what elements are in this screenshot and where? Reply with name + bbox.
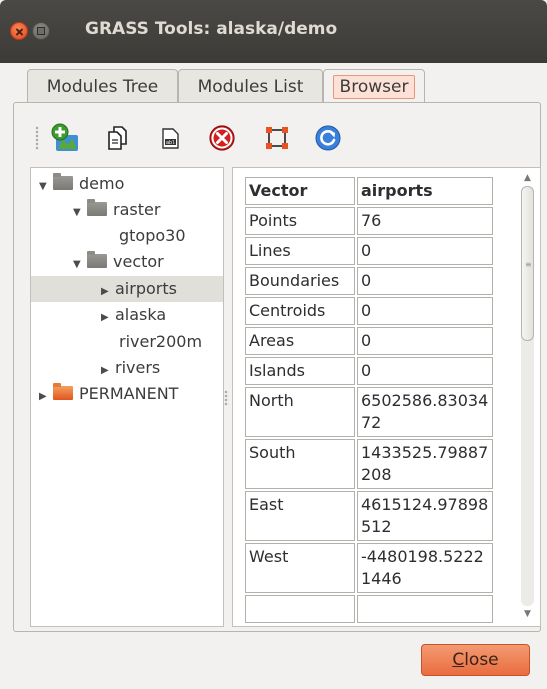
tree-item-permanent[interactable]: ▶ PERMANENT xyxy=(39,381,178,407)
rename-icon[interactable]: abl xyxy=(154,121,188,155)
tree-item-river200m[interactable]: river200m xyxy=(119,329,202,355)
table-cell-key: Areas xyxy=(245,327,355,355)
tree-item-raster[interactable]: ▼ raster xyxy=(73,197,160,223)
scroll-down-icon[interactable]: ▼ xyxy=(517,606,538,622)
tree-item-airports[interactable]: ▶ airports xyxy=(31,276,223,302)
mapset-folder-icon xyxy=(53,383,73,400)
table-cell-key: North xyxy=(245,387,355,437)
table-cell-value: 0 xyxy=(357,237,493,265)
scrollbar-grip-icon: ≡ xyxy=(525,260,532,269)
table-cell-key: Centroids xyxy=(245,297,355,325)
vector-info-table: Vector airports Points 76 Lines 0 Bounda… xyxy=(243,175,495,625)
tab-browser[interactable]: Browser xyxy=(323,69,425,104)
table-cell-value: 1433525.79887208 xyxy=(357,439,493,489)
folder-icon xyxy=(53,173,73,190)
table-row: North 6502586.8303472 xyxy=(245,387,493,437)
close-button-mnemonic: C xyxy=(452,650,465,670)
table-header-cell: Vector xyxy=(245,177,355,205)
table-row: West -4480198.52221446 xyxy=(245,543,493,593)
tree-item-demo[interactable]: ▼ demo xyxy=(39,171,124,197)
info-panel: Vector airports Points 76 Lines 0 Bounda… xyxy=(232,167,541,627)
table-cell-value: 4615124.97898512 xyxy=(357,491,493,541)
table-cell-value: 76 xyxy=(357,207,493,235)
expand-arrow-icon[interactable]: ▼ xyxy=(39,174,53,200)
table-row: Lines 0 xyxy=(245,237,493,265)
table-cell-key: South xyxy=(245,439,355,489)
table-row: Boundaries 0 xyxy=(245,267,493,295)
table-cell-key: East xyxy=(245,491,355,541)
set-region-icon[interactable] xyxy=(260,121,294,155)
tree-item-gtopo30[interactable]: gtopo30 xyxy=(119,223,186,249)
window-title: GRASS Tools: alaska/demo xyxy=(85,19,338,39)
close-button-label: lose xyxy=(464,650,499,670)
table-header-cell: airports xyxy=(357,177,493,205)
expand-arrow-icon[interactable]: ▼ xyxy=(73,252,87,278)
expand-arrow-icon[interactable]: ▼ xyxy=(73,200,87,226)
table-cell-key: Points xyxy=(245,207,355,235)
table-cell-value: 0 xyxy=(357,297,493,325)
table-row: Islands 0 xyxy=(245,357,493,385)
close-icon[interactable] xyxy=(10,22,28,40)
add-map-icon[interactable] xyxy=(48,121,82,155)
tab-modules-tree[interactable]: Modules Tree xyxy=(27,69,178,103)
table-row: Areas 0 xyxy=(245,327,493,355)
table-cell-key: Islands xyxy=(245,357,355,385)
location-tree[interactable]: ▼ demo ▼ raster gtopo30 ▼ vector ▶ airports … xyxy=(30,167,224,627)
collapsed-arrow-icon[interactable]: ▶ xyxy=(39,384,53,410)
table-cell-value: 6502586.8303472 xyxy=(357,387,493,437)
table-row: Centroids 0 xyxy=(245,297,493,325)
tab-modules-list[interactable]: Modules List xyxy=(178,69,323,103)
table-cell-key: Lines xyxy=(245,237,355,265)
copy-icon[interactable] xyxy=(102,121,136,155)
close-button[interactable]: Close xyxy=(421,644,530,676)
table-row: East 4615124.97898512 xyxy=(245,491,493,541)
table-cell-value: -4480198.52221446 xyxy=(357,543,493,593)
table-row xyxy=(245,595,493,623)
table-cell-value: 0 xyxy=(357,357,493,385)
table-header-row: Vector airports xyxy=(245,177,493,205)
tree-item-alaska[interactable]: ▶ alaska xyxy=(101,302,166,328)
table-cell-key: Boundaries xyxy=(245,267,355,295)
tab-browser-label: Browser xyxy=(332,75,416,99)
svg-text:abl: abl xyxy=(166,140,175,146)
splitter-handle[interactable] xyxy=(224,390,229,406)
delete-icon[interactable] xyxy=(205,121,239,155)
collapsed-arrow-icon[interactable]: ▶ xyxy=(101,305,115,331)
scroll-up-icon[interactable]: ▲ xyxy=(517,170,538,186)
title-bar: GRASS Tools: alaska/demo xyxy=(0,0,547,63)
table-cell-key: West xyxy=(245,543,355,593)
tree-item-rivers[interactable]: ▶ rivers xyxy=(101,355,160,381)
table-cell-value: 0 xyxy=(357,267,493,295)
tree-item-vector[interactable]: ▼ vector xyxy=(73,249,164,275)
table-row: South 1433525.79887208 xyxy=(245,439,493,489)
refresh-icon[interactable] xyxy=(311,121,345,155)
table-cell-value xyxy=(357,595,493,623)
folder-icon xyxy=(87,199,107,216)
toolbar-grip[interactable] xyxy=(35,126,39,150)
folder-icon xyxy=(87,251,107,268)
table-cell-key xyxy=(245,595,355,623)
table-cell-value: 0 xyxy=(357,327,493,355)
minimize-icon[interactable] xyxy=(32,22,50,40)
table-row: Points 76 xyxy=(245,207,493,235)
vertical-scrollbar[interactable]: ▲ ≡ ▼ xyxy=(517,170,538,622)
